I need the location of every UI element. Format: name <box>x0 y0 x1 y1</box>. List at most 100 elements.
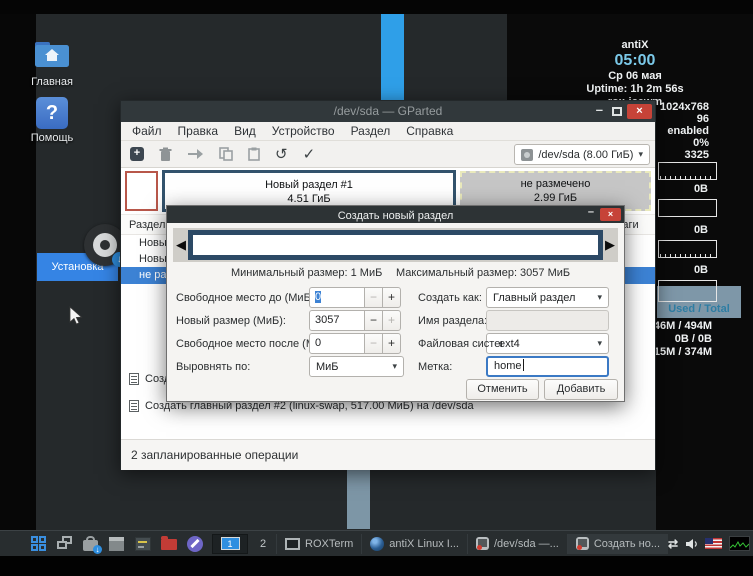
undo-icon[interactable]: ↺ <box>275 147 288 162</box>
home-folder-icon <box>35 42 69 67</box>
operation-icon <box>129 373 139 385</box>
new-size-spinbox[interactable]: 3057 − + <box>309 310 401 331</box>
desktop-bg-top-strip <box>0 0 753 14</box>
paste-icon[interactable] <box>248 147 260 161</box>
partition-size-slider[interactable]: ◀ ▶ <box>173 228 618 262</box>
menu-item-view[interactable]: Вид <box>226 124 264 138</box>
min-size-label: Минимальный размер: 1 МиБ <box>231 267 383 279</box>
free-space-after-value[interactable]: 0 <box>309 333 365 354</box>
desktop: Главная ? Помощь Установка ↓ antiX 05:00… <box>0 0 753 576</box>
copy-icon[interactable] <box>219 147 233 161</box>
terminal-launcher-icon[interactable] <box>134 535 152 553</box>
device-manager-icon[interactable] <box>108 535 126 553</box>
cancel-button[interactable]: Отменить <box>466 379 539 400</box>
maximize-icon[interactable] <box>612 107 622 116</box>
network-tray-icon[interactable]: ⇄ <box>668 537 678 551</box>
text-caret <box>522 359 524 371</box>
desktop-blue-bar <box>381 14 404 101</box>
device-selector[interactable]: /dev/sda (8.00 ГиБ) ▾ <box>514 144 650 165</box>
dialog-titlebar[interactable]: Создать новый раздел – × <box>167 206 624 223</box>
desktop-icon-help-label: Помощь <box>30 132 74 144</box>
filesystem-label: Файловая система: <box>418 338 502 350</box>
add-button[interactable]: Добавить <box>544 379 618 400</box>
spin-minus-icon[interactable]: − <box>364 310 383 331</box>
close-icon[interactable]: × <box>627 104 652 119</box>
task-create-partition-dialog[interactable]: Создать но... <box>566 533 669 554</box>
align-to-label: Выровнять по: <box>176 361 251 373</box>
minimize-icon[interactable]: – <box>596 102 603 117</box>
gparted-toolbar: + ↺ ✓ /dev/sda (8.00 ГиБ) ▾ <box>121 141 655 168</box>
create-as-combo[interactable]: Главный раздел ▾ <box>486 287 609 308</box>
free-space-before-label: Свободное место до (МиБ): <box>176 292 318 304</box>
conky-uptime: Uptime: 1h 2m 56s <box>586 83 684 95</box>
free-space-before-spinbox[interactable]: 0 − + <box>309 287 401 308</box>
delete-partition-icon[interactable] <box>159 147 172 162</box>
spin-minus-icon[interactable]: − <box>364 333 383 354</box>
desktop-icon-home[interactable]: Главная <box>20 38 84 88</box>
conky-disk-graph <box>658 280 717 302</box>
chevron-down-icon: ▾ <box>638 149 643 159</box>
menu-item-file[interactable]: Файл <box>124 124 170 138</box>
conky-date: Ср 06 мая <box>608 70 662 82</box>
workspace-1-button[interactable]: 1 <box>212 533 248 554</box>
filesystem-combo[interactable]: ext4 ▾ <box>486 333 609 354</box>
max-size-label: Максимальный размер: 3057 МиБ <box>396 267 571 279</box>
create-partition-dialog: Создать новый раздел – × ◀ ▶ Минимальный… <box>166 205 625 402</box>
task-browser[interactable]: antiX Linux I... <box>361 533 467 554</box>
spin-plus-icon[interactable]: + <box>382 310 401 331</box>
task-gparted[interactable]: /dev/sda —... <box>467 533 567 554</box>
label-label: Метка: <box>418 361 453 373</box>
workspace-2-button[interactable]: 2 <box>250 534 276 554</box>
filesystem-value: ext4 <box>499 337 520 350</box>
free-space-before-value[interactable]: 0 <box>309 287 365 308</box>
conky-distro: antiX <box>621 39 649 51</box>
conky-time: 05:00 <box>614 52 656 69</box>
install-disc-hole <box>100 240 110 250</box>
gparted-titlebar[interactable]: /dev/sda — GParted – × <box>121 101 655 122</box>
resize-move-icon[interactable] <box>187 148 204 160</box>
installer-launcher-icon[interactable]: ↓ <box>82 535 102 554</box>
partition-box-unallocated-name: не размечено <box>520 178 591 190</box>
spin-plus-icon[interactable]: + <box>382 287 401 308</box>
slider-bar[interactable] <box>188 230 603 260</box>
partition-box-unallocated-size: 2.99 ГиБ <box>533 192 578 204</box>
create-as-label: Создать как: <box>418 292 482 304</box>
spin-minus-icon[interactable]: − <box>364 287 383 308</box>
chevron-down-icon: ▾ <box>597 338 602 348</box>
partition-name-label: Имя раздела: <box>418 315 488 327</box>
workspace-1-label: 1 <box>220 537 240 550</box>
free-space-after-spinbox[interactable]: 0 − + <box>309 333 401 354</box>
slider-left-handle[interactable]: ◀ <box>173 228 189 262</box>
slider-right-handle[interactable]: ▶ <box>602 228 618 262</box>
label-input[interactable]: home <box>486 356 609 377</box>
create-as-value: Главный раздел <box>493 291 576 304</box>
apply-icon[interactable]: ✓ <box>303 147 316 162</box>
align-to-combo[interactable]: МиБ ▾ <box>309 356 404 377</box>
editor-launcher-icon[interactable] <box>186 535 204 553</box>
keyboard-layout-flag-icon[interactable] <box>705 538 723 549</box>
close-icon[interactable]: × <box>600 208 621 221</box>
mouse-cursor <box>69 306 83 325</box>
volume-icon[interactable] <box>685 538 698 550</box>
gparted-app-icon <box>476 537 489 550</box>
task-roxterm[interactable]: ROXTerm <box>276 533 361 554</box>
menu-item-help[interactable]: Справка <box>398 124 461 138</box>
cpu-monitor-applet[interactable] <box>729 536 751 551</box>
start-menu-icon[interactable] <box>30 535 48 553</box>
minimize-icon[interactable]: – <box>588 206 594 218</box>
partition-box-swap[interactable] <box>125 171 158 211</box>
menu-item-partition[interactable]: Раздел <box>343 124 399 138</box>
desktop-icon-help[interactable]: ? Помощь <box>20 97 84 144</box>
new-size-value[interactable]: 3057 <box>309 310 365 331</box>
desktop-steel-bar <box>347 467 370 529</box>
dialog-title: Создать новый раздел <box>337 210 454 222</box>
spin-plus-icon[interactable]: + <box>382 333 401 354</box>
menu-item-edit[interactable]: Правка <box>170 124 227 138</box>
new-partition-icon[interactable]: + <box>130 147 144 161</box>
partition-name-input[interactable] <box>486 310 609 331</box>
menu-item-device[interactable]: Устройство <box>264 124 343 138</box>
system-tray: ⇄ 17:00:22 <box>668 536 753 551</box>
file-manager-icon[interactable] <box>160 535 178 553</box>
device-selector-value: /dev/sda (8.00 ГиБ) <box>538 148 634 161</box>
window-list-icon[interactable] <box>56 535 74 553</box>
